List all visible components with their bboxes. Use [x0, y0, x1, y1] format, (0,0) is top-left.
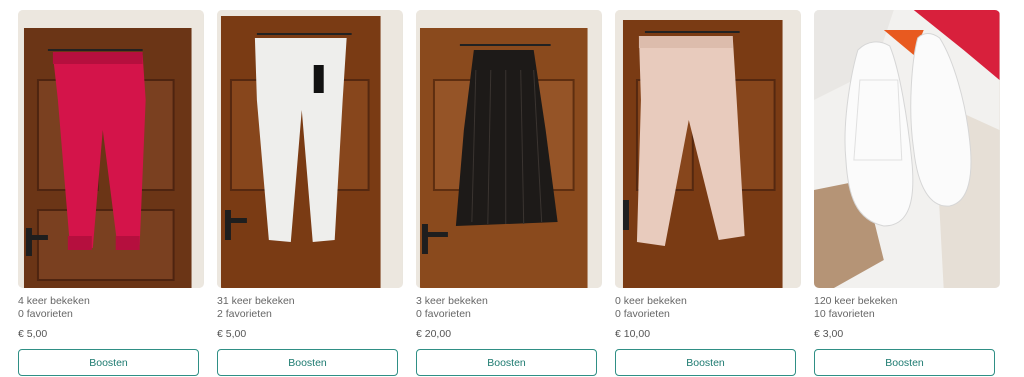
boost-button[interactable]: Boosten — [814, 349, 995, 376]
listing-card: 4 keer bekeken 0 favorieten € 5,00 Boost… — [18, 10, 204, 376]
favorites-count: 0 favorieten — [416, 308, 471, 320]
item-price: € 20,00 — [416, 328, 452, 340]
item-photo[interactable] — [615, 10, 801, 288]
views-count: 0 keer bekeken — [615, 295, 687, 307]
favorites-count: 10 favorieten — [814, 308, 875, 320]
boost-button[interactable]: Boosten — [217, 349, 398, 376]
favorites-count: 2 favorieten — [217, 308, 272, 320]
item-photo[interactable] — [814, 10, 1000, 288]
views-count: 4 keer bekeken — [18, 295, 90, 307]
item-price: € 10,00 — [615, 328, 651, 340]
listing-card: 0 keer bekeken 0 favorieten € 10,00 Boos… — [615, 10, 801, 376]
views-count: 120 keer bekeken — [814, 295, 898, 307]
listing-grid: 4 keer bekeken 0 favorieten € 5,00 Boost… — [18, 10, 1000, 376]
item-photo[interactable] — [217, 10, 403, 288]
listing-card: 3 keer bekeken 0 favorieten € 20,00 Boos… — [416, 10, 602, 376]
listing-card: 31 keer bekeken 2 favorieten € 5,00 Boos… — [217, 10, 403, 376]
favorites-count: 0 favorieten — [615, 308, 670, 320]
boost-button[interactable]: Boosten — [615, 349, 796, 376]
item-price: € 3,00 — [814, 328, 844, 340]
item-photo[interactable] — [416, 10, 602, 288]
item-price: € 5,00 — [217, 328, 247, 340]
boost-button[interactable]: Boosten — [18, 349, 199, 376]
listing-card: 120 keer bekeken 10 favorieten € 3,00 Bo… — [814, 10, 1000, 376]
views-count: 3 keer bekeken — [416, 295, 488, 307]
views-count: 31 keer bekeken — [217, 295, 295, 307]
item-price: € 5,00 — [18, 328, 48, 340]
boost-button[interactable]: Boosten — [416, 349, 597, 376]
favorites-count: 0 favorieten — [18, 308, 73, 320]
item-photo[interactable] — [18, 10, 204, 288]
